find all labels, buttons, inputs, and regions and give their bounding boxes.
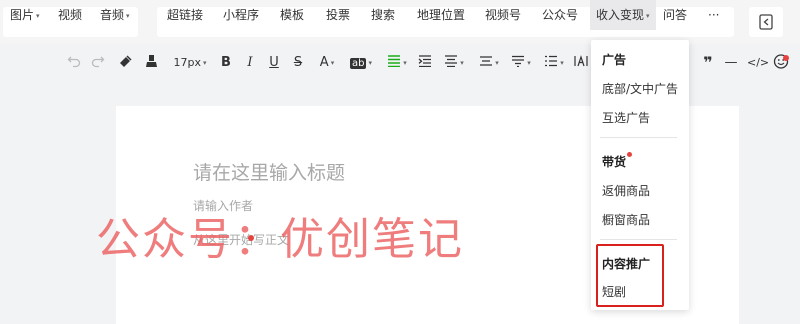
paragraph-spacing-icon [512,55,525,68]
caret-down-icon: ▾ [330,59,335,67]
code-icon[interactable]: </> [747,52,769,74]
list-button[interactable]: ▾ [541,52,567,74]
paragraph-spacing-button[interactable]: ▾ [508,52,534,74]
caret-down-icon: ▾ [126,12,130,20]
format-brush-icon[interactable] [116,52,134,74]
divider-icon[interactable]: — [723,52,739,74]
quote-icon[interactable]: ❞ [700,52,716,74]
undo-icon[interactable] [66,52,82,74]
bold-icon[interactable]: B [218,52,234,74]
font-color-icon: A [319,55,329,70]
line-height-button[interactable]: ▾ [476,52,502,74]
center-icon [445,55,458,68]
underline-icon[interactable]: U [266,52,282,74]
title-input[interactable]: 请在这里输入标题 [193,158,345,185]
menu-video[interactable]: 视频 [58,0,82,30]
list-icon [545,55,558,67]
caret-down-icon: ▾ [202,59,207,67]
author-input[interactable]: 请输入作者 [193,197,253,214]
menu-template[interactable]: 模板 [280,0,304,30]
redo-icon[interactable] [90,52,106,74]
dropdown-heading-goods: 带货 [602,155,627,169]
goods-notification-dot [627,152,632,157]
italic-icon[interactable]: I [242,52,258,74]
caret-down-icon: ▾ [527,59,531,67]
font-size-select[interactable]: 17px ▾ [172,52,208,74]
menu-qa[interactable]: 问答 [663,0,687,30]
caret-down-icon: ▾ [368,59,372,67]
caret-down-icon: ▾ [460,59,464,67]
indent-icon[interactable] [417,52,433,74]
menu-hyperlink[interactable]: 超链接 [167,0,203,30]
dropdown-heading-ads: 广告 [602,53,627,67]
top-menu-bar: 图片 ▾ 视频 音频 ▾ 超链接 小程序 模板 投票 搜索 地理位置 视频号 公众号… [0,0,800,44]
menu-monetization[interactable]: 收入变现 ▾ [590,0,656,30]
font-color-button[interactable]: A ▾ [314,52,340,74]
menu-audio[interactable]: 音频 ▾ [100,0,130,30]
dropdown-item-mutual-ads[interactable]: 互选广告 [602,109,650,126]
watermark-text: 公众号：优创笔记 [96,214,464,265]
collapse-sidebar-button[interactable] [749,7,783,37]
caret-down-icon: ▾ [560,59,564,67]
highlight-box [596,244,664,307]
menu-channels[interactable]: 视频号 [485,0,521,30]
dropdown-divider [600,239,677,240]
align-button[interactable]: ▾ [384,52,410,74]
caret-down-icon: ▾ [495,59,499,67]
sidebar-toggle-icon [759,14,773,30]
center-button[interactable]: ▾ [441,52,467,74]
menu-location[interactable]: 地理位置 [417,0,465,30]
background-color-button[interactable]: ab ▾ [346,52,376,74]
dropdown-item-bottom-ads[interactable]: 底部/文中广告 [602,80,678,97]
menu-search[interactable]: 搜索 [371,0,395,30]
emoji-notification-dot [783,55,789,61]
dropdown-divider [600,137,677,138]
menu-vote[interactable]: 投票 [326,0,350,30]
menu-official-account[interactable]: 公众号 [542,0,578,30]
menu-more[interactable]: ··· [708,0,719,30]
text-direction-icon[interactable] [573,52,589,74]
dropdown-item-showcase-goods[interactable]: 橱窗商品 [602,211,650,228]
dropdown-item-commission-goods[interactable]: 返佣商品 [602,182,650,199]
strikethrough-icon[interactable]: S [290,52,306,74]
line-height-icon [480,56,493,66]
clear-format-icon[interactable] [142,52,160,74]
caret-down-icon: ▾ [646,12,650,20]
background-color-icon: ab [350,58,367,69]
align-icon [388,55,401,68]
menu-mini-program[interactable]: 小程序 [223,0,259,30]
caret-down-icon: ▾ [403,59,407,67]
caret-down-icon: ▾ [36,12,40,20]
menu-image[interactable]: 图片 ▾ [10,0,40,30]
more-icon: ··· [708,8,720,22]
